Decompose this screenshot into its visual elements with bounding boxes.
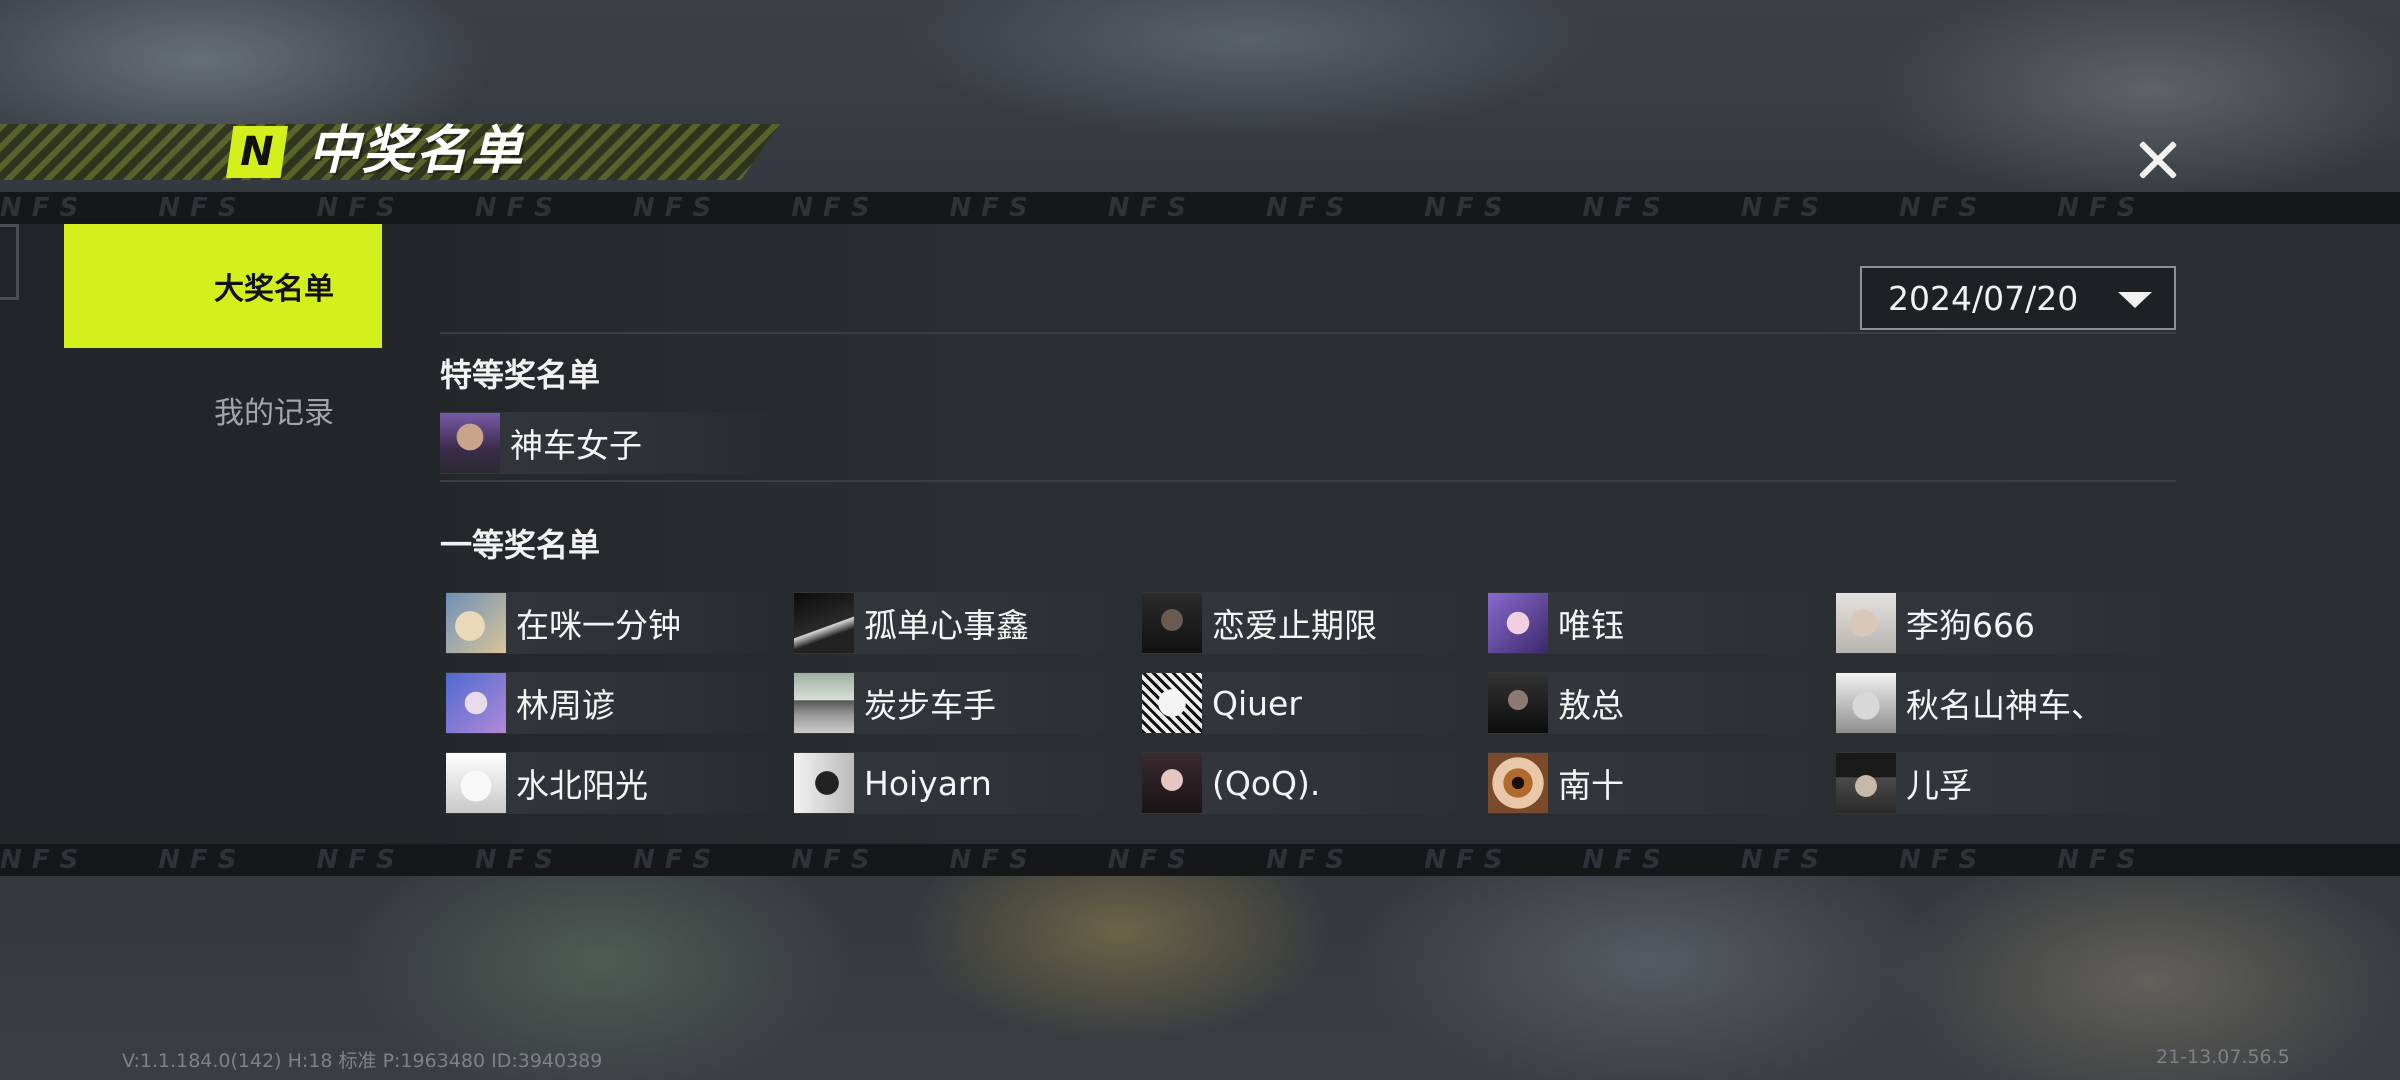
nfs-watermark-text: NFS	[791, 845, 880, 875]
winner-name: 敖总	[1558, 686, 1624, 725]
nfs-watermark-text: NFS	[1740, 193, 1829, 223]
winner-name: 李狗666	[1906, 606, 2035, 645]
nfs-watermark-text: NFS	[633, 193, 722, 223]
divider	[440, 480, 2176, 482]
nfs-watermark-strip-top: NFS NFS NFS NFS NFS NFS NFS NFS NFS NFS NFS NFS NFS N…	[0, 192, 2400, 224]
winner-name: 唯钰	[1558, 606, 1624, 645]
nfs-watermark-strip-bottom: NFS NFS NFS NFS NFS NFS NFS NFS NFS NFS NFS NFS NFS N…	[0, 844, 2400, 876]
winner-name: 水北阳光	[516, 766, 648, 805]
avatar-manga-icon	[1142, 673, 1202, 733]
winner-name: 秋名山神车、	[1906, 686, 2104, 725]
avatar-light-person-icon	[1836, 593, 1896, 653]
winner-item: 敖总	[1488, 672, 1828, 734]
avatar-anime-purple-icon	[1488, 593, 1548, 653]
winner-item: Hoiyarn	[794, 752, 1134, 814]
hexagon-decoration-icon	[0, 224, 19, 300]
timestamp: 21-13.07.56.5	[2156, 1046, 2290, 1068]
winner-name: 炭步车手	[864, 686, 996, 725]
nfs-watermark-text: NFS	[1266, 845, 1355, 875]
winner-name: 恋爱止期限	[1212, 606, 1377, 645]
avatar-purple-hair-icon	[440, 413, 500, 473]
nfs-watermark-text: NFS	[1266, 193, 1355, 223]
nfs-watermark-text: NFS	[949, 193, 1038, 223]
winner-item: 秋名山神车、	[1836, 672, 2176, 734]
nfs-logo-icon: N	[226, 126, 288, 178]
winner-name: 南十	[1558, 766, 1624, 805]
winner-item: 李狗666	[1836, 592, 2176, 654]
nfs-watermark-text: NFS	[1107, 193, 1196, 223]
avatar-dark-person-icon	[1142, 593, 1202, 653]
nfs-watermark-text: NFS	[1740, 845, 1829, 875]
avatar-silhouette-icon	[794, 753, 854, 813]
nfs-watermark-text: NFS	[1424, 193, 1513, 223]
nfs-watermark-text: NFS	[158, 193, 247, 223]
first-prize-title: 一等奖名单	[440, 526, 601, 564]
winner-item: 南十	[1488, 752, 1828, 814]
winner-item: Qiuer	[1142, 672, 1482, 734]
nfs-watermark-text: NFS	[1424, 845, 1513, 875]
avatar-white-hair-icon	[446, 753, 506, 813]
winner-name: 林周谚	[516, 686, 615, 725]
avatar-white-hood-icon	[1836, 673, 1896, 733]
nfs-watermark-text: NFS	[791, 193, 880, 223]
winner-item: 炭步车手	[794, 672, 1134, 734]
version-info: V:1.1.184.0(142) H:18 标准 P:1963480 ID:39…	[122, 1050, 603, 1072]
tab-my-records[interactable]: 我的记录	[64, 348, 382, 472]
logo-letter: N	[240, 129, 274, 175]
nfs-watermark-text: NFS	[158, 845, 247, 875]
nfs-watermark-text: NFS	[949, 845, 1038, 875]
winner-name: 儿孚	[1906, 766, 1972, 805]
grand-prize-title: 特等奖名单	[440, 356, 601, 394]
avatar-cartoon-icon	[446, 593, 506, 653]
avatar-anime-blue-icon	[446, 673, 506, 733]
winner-item: 唯钰	[1488, 592, 1828, 654]
winner-item: (QoQ).	[1142, 752, 1482, 814]
tab-label: 大奖名单	[214, 272, 334, 307]
winner-item: 孤单心事鑫	[794, 592, 1134, 654]
avatar-eye-icon	[1488, 753, 1548, 813]
nfs-watermark-text: NFS	[2057, 845, 2146, 875]
winner-name: Qiuer	[1212, 683, 1302, 723]
avatar-girl-icon	[1142, 753, 1202, 813]
winner-name: 孤单心事鑫	[864, 606, 1029, 645]
winner-item: 在咪一分钟	[446, 592, 786, 654]
nfs-watermark-text: NFS	[0, 193, 89, 223]
nfs-watermark-text: NFS	[0, 845, 89, 875]
winner-name: 在咪一分钟	[516, 606, 681, 645]
winner-name: (QoQ).	[1212, 763, 1321, 803]
divider	[440, 332, 2176, 334]
caret-down-icon	[2118, 292, 2152, 308]
winner-item: 恋爱止期限	[1142, 592, 1482, 654]
winner-name: Hoiyarn	[864, 763, 992, 803]
nfs-watermark-text: NFS	[2057, 193, 2146, 223]
winner-name: 神车女子	[510, 426, 642, 465]
nfs-watermark-text: NFS	[633, 845, 722, 875]
nfs-watermark-text: NFS	[1899, 845, 1988, 875]
avatar-car-icon	[794, 673, 854, 733]
tab-label: 我的记录	[214, 396, 334, 431]
avatar-dark-hand-icon	[794, 593, 854, 653]
nfs-watermark-text: NFS	[1582, 845, 1671, 875]
avatar-cap-person-icon	[1836, 753, 1896, 813]
date-select[interactable]: 2024/07/20	[1860, 266, 2176, 330]
avatar-dark-portrait-icon	[1488, 673, 1548, 733]
page-title: 中奖名单	[308, 121, 525, 181]
nfs-watermark-text: NFS	[1899, 193, 1988, 223]
winner-item: 神车女子	[440, 412, 780, 474]
nfs-watermark-text: NFS	[316, 845, 405, 875]
sidebar: 大奖名单 我的记录	[0, 224, 382, 844]
tab-grand-prize-list[interactable]: 大奖名单	[64, 224, 382, 348]
winner-item: 林周谚	[446, 672, 786, 734]
nfs-watermark-text: NFS	[474, 845, 563, 875]
nfs-watermark-text: NFS	[474, 193, 563, 223]
winners-panel: 大奖名单 我的记录 2024/07/20 特等奖名单 神车女子 一等奖名单 在咪…	[0, 224, 2400, 844]
close-button[interactable]	[2128, 130, 2188, 190]
winner-item: 儿孚	[1836, 752, 2176, 814]
date-select-value: 2024/07/20	[1888, 278, 2079, 318]
nfs-watermark-text: NFS	[1582, 193, 1671, 223]
nfs-watermark-text: NFS	[316, 193, 405, 223]
winner-item: 水北阳光	[446, 752, 786, 814]
nfs-watermark-text: NFS	[1107, 845, 1196, 875]
